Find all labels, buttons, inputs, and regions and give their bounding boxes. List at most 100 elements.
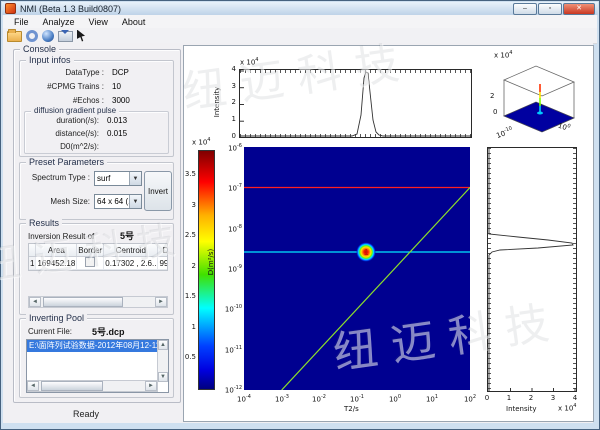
datatype-value: DCP [112, 68, 129, 77]
y-tick: 10-7 [216, 183, 242, 192]
results-table-grid: Area Border Centroid Dist 1 169452.18 0.… [29, 244, 168, 270]
cpmg-trains-value: 10 [112, 82, 121, 91]
spectrum-type-select[interactable]: surf▼ [94, 171, 142, 186]
title-bar[interactable]: NMI (Beta 1.3 Build0807) – ▫ ✕ [2, 2, 598, 15]
mesh-size-select[interactable]: 64 x 64 (...▼ [94, 194, 142, 209]
y-tick: 10-9 [216, 264, 242, 273]
plot-panel: x 104 Intensity 4 3 2 1 0 [183, 45, 594, 422]
duration-value: 0.013 [107, 116, 127, 125]
border-checkbox[interactable] [85, 257, 95, 267]
map-overlay: 1 [244, 147, 470, 390]
row-dist: 99.21 [158, 257, 168, 270]
y-tick: 10-8 [216, 224, 242, 233]
table-row[interactable]: 1 169452.18 0.17302 , 2.6.. 99.21 [29, 257, 168, 270]
z-tick: 0 [493, 108, 497, 116]
col-centroid: Centroid [104, 244, 158, 257]
t2-projection-plot [239, 69, 472, 138]
scroll-left-icon[interactable]: ◄ [29, 297, 41, 307]
surf3d-exp-label: x 104 [494, 50, 512, 59]
menu-view[interactable]: View [82, 17, 115, 27]
scroll-down-icon[interactable]: ▼ [158, 372, 168, 382]
ring-icon[interactable] [26, 30, 38, 42]
map-xlabel: T2/s [344, 405, 359, 413]
results-caption: Inversion Result of [28, 232, 94, 241]
map-ylabel: D(m²/s) [207, 249, 215, 275]
chevron-down-icon[interactable]: ▼ [129, 195, 141, 208]
x-tick: 101 [418, 394, 446, 403]
y-tick: 3 [224, 82, 236, 90]
invert-button[interactable]: Invert [144, 171, 172, 211]
pool-vscrollbar[interactable]: ▲ ▼ [157, 340, 168, 382]
echos-value: 3000 [112, 96, 130, 105]
duration-label: duration(/s): [25, 116, 99, 125]
results-file-tag: 5号 [120, 229, 134, 242]
current-file-value: 5号.dcp [92, 325, 125, 338]
globe-icon[interactable] [42, 30, 54, 42]
scroll-up-icon[interactable]: ▲ [158, 340, 168, 350]
row-centroid: 0.17302 , 2.6.. [104, 257, 158, 270]
x-tick: 10-1 [343, 394, 371, 403]
col-dist: Dist [158, 244, 168, 257]
list-item[interactable]: E:\面阵列试验数据-2012年08月12-11-01东方石油大学不整.. [27, 340, 157, 352]
pool-listbox[interactable]: E:\面阵列试验数据-2012年08月12-11-01东方石油大学不整.. ▲ … [26, 339, 169, 393]
app-icon [5, 3, 16, 14]
window-title: NMI (Beta 1.3 Build0807) [20, 4, 513, 14]
t2-curve [240, 70, 471, 137]
x-tick: 3 [547, 394, 559, 402]
scroll-right-icon[interactable]: ► [145, 381, 157, 391]
mesh-size-value: 64 x 64 (... [95, 197, 129, 206]
pool-title: Inverting Pool [26, 313, 87, 323]
preset-groupbox: Preset Parameters Spectrum Type : surf▼ … [19, 162, 174, 220]
scroll-right-icon[interactable]: ► [155, 297, 167, 307]
scroll-thumb[interactable] [41, 381, 103, 391]
console-title: Console [20, 44, 59, 54]
cb-tick: 1.5 [184, 292, 196, 300]
d-t2-map: 1 [244, 147, 470, 390]
x-tick: 4 [569, 394, 581, 402]
spectrum-type-value: surf [95, 174, 129, 183]
input-infos-groupbox: Input infos DataType :DCP #CPMG Trains :… [19, 60, 174, 157]
row-area: 169452.18 [36, 257, 77, 270]
import-icon[interactable] [58, 31, 73, 42]
x-tick: 2 [525, 394, 537, 402]
cursor-icon[interactable] [77, 30, 85, 42]
x-tick: 102 [456, 394, 484, 403]
results-hscrollbar[interactable]: ◄ ► [28, 296, 168, 308]
menu-bar: File Analyze View About [3, 15, 597, 29]
input-infos-title: Input infos [26, 55, 74, 65]
y-tick: 10-6 [216, 143, 242, 152]
cb-tick: 3 [184, 201, 196, 209]
client-area: Console Input infos DataType :DCP #CPMG … [3, 43, 593, 423]
scroll-thumb[interactable] [43, 297, 123, 307]
menu-analyze[interactable]: Analyze [36, 17, 82, 27]
chevron-down-icon[interactable]: ▼ [129, 172, 141, 185]
menu-file[interactable]: File [7, 17, 36, 27]
x-tick: 1 [503, 394, 515, 402]
datatype-label: DataType : [20, 68, 104, 77]
minimize-button[interactable]: – [513, 3, 537, 15]
col-area: Area [36, 244, 77, 257]
results-table: Area Border Centroid Dist 1 169452.18 0.… [28, 243, 168, 271]
pool-hscrollbar[interactable]: ◄ ► [27, 380, 158, 392]
pulse-title: diffusion gradient pulse [31, 106, 119, 116]
pulse-groupbox: diffusion gradient pulse duration(/s):0.… [24, 111, 169, 154]
scroll-left-icon[interactable]: ◄ [27, 381, 39, 391]
x-tick: 10-2 [305, 394, 333, 403]
distance-value: 0.015 [107, 129, 127, 138]
t2plot-ylabel: Intensity [213, 87, 221, 117]
console-groupbox: Console Input infos DataType :DCP #CPMG … [13, 49, 181, 403]
maximize-button[interactable]: ▫ [538, 3, 562, 15]
open-folder-icon[interactable] [7, 31, 22, 42]
row-index: 1 [29, 257, 36, 270]
results-groupbox: Results Inversion Result of 5号 Area Bord… [19, 223, 174, 315]
y-tick: 0 [224, 132, 236, 140]
close-button[interactable]: ✕ [563, 3, 595, 15]
toolbar [3, 28, 597, 44]
cb-tick: 0.5 [184, 353, 196, 361]
preset-title: Preset Parameters [26, 157, 107, 167]
dplot-exp-label: x 104 [558, 403, 576, 412]
menu-about[interactable]: About [115, 17, 153, 27]
x-tick: 10-3 [268, 394, 296, 403]
col-index [29, 244, 36, 257]
mesh-size-label: Mesh Size: [26, 197, 90, 206]
